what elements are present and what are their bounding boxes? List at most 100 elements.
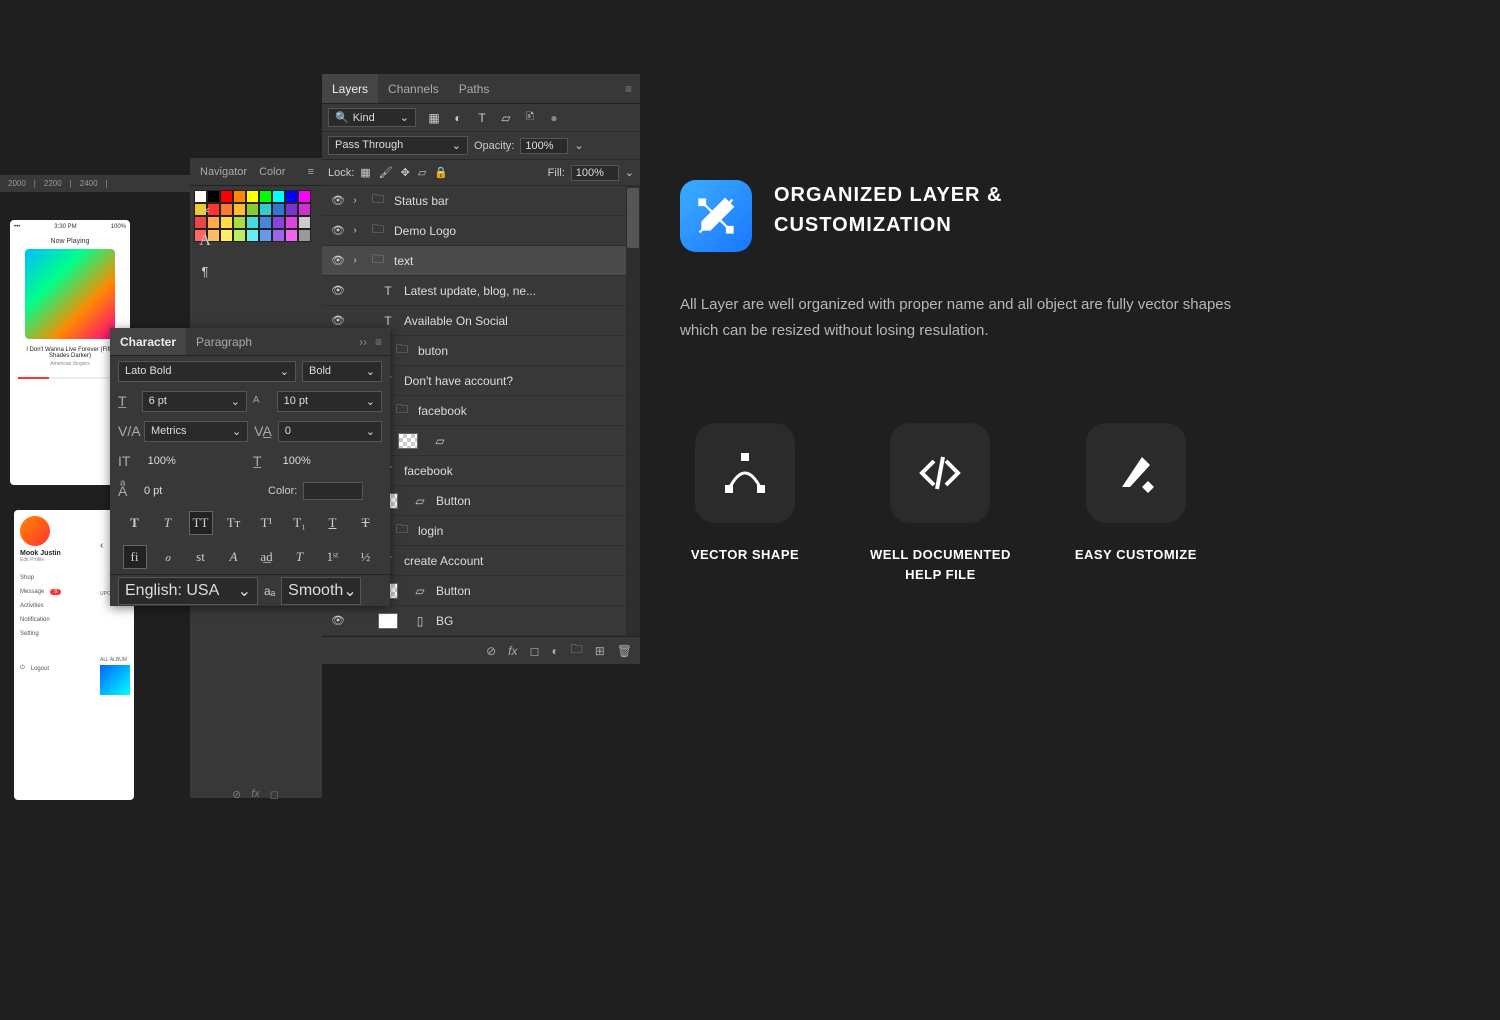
ot4-icon[interactable]: a͟d — [255, 545, 279, 569]
filter-kind-select[interactable]: 🔍Kind⌄ — [328, 108, 416, 127]
tab-paragraph[interactable]: Paragraph — [186, 328, 262, 355]
visibility-icon[interactable]: 👁 — [328, 254, 348, 267]
tab-channels[interactable]: Channels — [378, 74, 449, 103]
fx-icon[interactable]: fx — [508, 644, 517, 658]
filter-shape-icon[interactable]: ▱ — [498, 110, 514, 126]
swatch[interactable] — [233, 229, 246, 242]
fill-input[interactable]: 100% — [571, 165, 619, 181]
adjustment-icon[interactable]: ◐ — [551, 644, 558, 658]
tab-paths[interactable]: Paths — [449, 74, 500, 103]
swatch[interactable] — [246, 203, 259, 216]
swatch[interactable] — [233, 216, 246, 229]
language-select[interactable]: English: USA⌄ — [118, 577, 258, 605]
filter-adjust-icon[interactable]: ◐ — [450, 110, 466, 126]
tab-color[interactable]: Color — [253, 166, 291, 178]
superscript-icon[interactable]: T¹ — [255, 511, 279, 535]
swatch[interactable] — [259, 190, 272, 203]
swatch[interactable] — [298, 203, 311, 216]
swatch[interactable] — [285, 190, 298, 203]
swatch[interactable] — [233, 190, 246, 203]
subscript-icon[interactable]: T₁ — [288, 511, 312, 535]
strike-icon[interactable]: T — [354, 511, 378, 535]
panel-menu-icon[interactable]: ≡ — [625, 82, 632, 96]
swatch[interactable] — [272, 203, 285, 216]
panel-menu-icon[interactable]: ≡ — [308, 166, 314, 178]
lock-all-icon[interactable]: 🔒 — [434, 166, 448, 179]
lock-paint-icon[interactable]: 🖌 — [379, 166, 393, 179]
baseline-input[interactable]: 0 pt — [144, 485, 262, 497]
swatch[interactable] — [246, 216, 259, 229]
ot5-icon[interactable]: T — [288, 545, 312, 569]
opacity-input[interactable]: 100% — [520, 138, 568, 154]
delete-icon[interactable]: 🗑 — [617, 644, 632, 658]
visibility-icon[interactable]: 👁 — [328, 224, 348, 237]
swatch[interactable] — [285, 203, 298, 216]
swatch[interactable] — [259, 229, 272, 242]
new-layer-icon[interactable]: ⊞ — [595, 644, 605, 658]
vscale-input[interactable]: 100% — [142, 452, 247, 470]
filter-pixel-icon[interactable]: ▦ — [426, 110, 442, 126]
filter-type-icon[interactable]: T — [474, 110, 490, 126]
swatch[interactable] — [285, 229, 298, 242]
font-weight-select[interactable]: Bold⌄ — [302, 361, 382, 382]
font-family-select[interactable]: Lato Bold⌄ — [118, 361, 296, 382]
tab-character[interactable]: Character — [110, 328, 186, 355]
swatch[interactable] — [233, 203, 246, 216]
antialias-select[interactable]: Smooth⌄ — [281, 577, 361, 605]
panel-menu-icon[interactable]: ≡ — [375, 335, 382, 349]
scrollbar[interactable] — [626, 186, 640, 636]
bold-icon[interactable]: T — [123, 511, 147, 535]
swatch[interactable] — [259, 216, 272, 229]
swatch[interactable] — [298, 216, 311, 229]
italic-icon[interactable]: T — [156, 511, 180, 535]
underline-icon[interactable]: T — [321, 511, 345, 535]
swatch[interactable] — [259, 203, 272, 216]
ot6-icon[interactable]: 1ˢᵗ — [321, 545, 345, 569]
swatch[interactable] — [272, 216, 285, 229]
swatch[interactable] — [272, 190, 285, 203]
layer-row[interactable]: 👁›🗀Demo Logo — [322, 216, 640, 246]
ot7-icon[interactable]: ½ — [354, 545, 378, 569]
leading-select[interactable]: 10 pt⌄ — [277, 391, 382, 412]
layer-row[interactable]: 👁›🗀text — [322, 246, 640, 276]
lock-position-icon[interactable]: ✥ — [401, 166, 410, 179]
swatch[interactable] — [285, 216, 298, 229]
visibility-icon[interactable]: 👁 — [328, 284, 348, 297]
lock-artboard-icon[interactable]: ▱ — [418, 166, 426, 179]
swatch[interactable] — [220, 203, 233, 216]
smallcaps-icon[interactable]: Tᴛ — [222, 511, 246, 535]
tab-navigator[interactable]: Navigator — [194, 166, 253, 178]
blend-mode-select[interactable]: Pass Through⌄ — [328, 136, 468, 155]
tab-layers[interactable]: Layers — [322, 74, 378, 103]
swatch[interactable] — [220, 190, 233, 203]
swatch[interactable] — [272, 229, 285, 242]
ligature-icon[interactable]: fi — [123, 545, 147, 569]
visibility-icon[interactable]: 👁 — [328, 194, 348, 207]
ot3-icon[interactable]: A — [222, 545, 246, 569]
hscale-input[interactable]: 100% — [277, 452, 382, 470]
allcaps-icon[interactable]: TT — [189, 511, 213, 535]
swatch[interactable] — [246, 229, 259, 242]
ot1-icon[interactable]: ℴ — [156, 545, 180, 569]
visibility-icon[interactable]: 👁 — [328, 614, 348, 627]
font-size-select[interactable]: 6 pt⌄ — [142, 391, 247, 412]
text-tool-icon[interactable]: A — [196, 232, 214, 250]
swatch[interactable] — [246, 190, 259, 203]
ot2-icon[interactable]: st — [189, 545, 213, 569]
swatch[interactable] — [298, 190, 311, 203]
layer-row[interactable]: 👁›🗀Status bar — [322, 186, 640, 216]
filter-toggle-icon[interactable]: ● — [546, 110, 562, 126]
color-swatch[interactable] — [303, 482, 363, 500]
tracking-select[interactable]: 0⌄ — [278, 421, 382, 442]
tool-icon[interactable]: ✂ — [196, 202, 214, 220]
visibility-icon[interactable]: 👁 — [328, 314, 348, 327]
lock-transparency-icon[interactable]: ▦ — [360, 166, 370, 179]
collapse-icon[interactable]: ›› — [359, 335, 367, 349]
kerning-select[interactable]: Metrics⌄ — [144, 421, 248, 442]
swatch[interactable] — [220, 216, 233, 229]
mask-icon[interactable]: ◻ — [529, 644, 539, 658]
paragraph-tool-icon[interactable]: ¶ — [196, 262, 214, 280]
link-layers-icon[interactable]: ⊘ — [486, 644, 496, 658]
layer-row[interactable]: 👁▯BG — [322, 606, 640, 636]
swatch[interactable] — [220, 229, 233, 242]
